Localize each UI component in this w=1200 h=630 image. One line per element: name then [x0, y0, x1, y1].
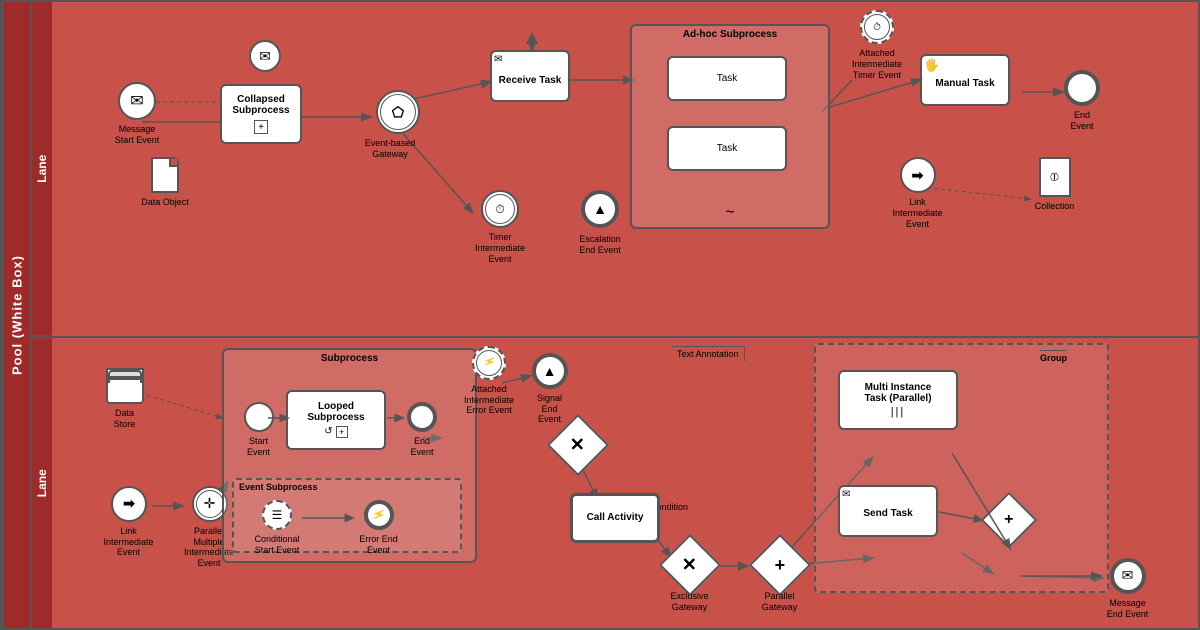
- timer-intermediate[interactable]: ⏱ TimerIntermediateEvent: [470, 190, 530, 228]
- pool-content: Lane: [30, 2, 1198, 628]
- conditional-start-label: ConditionalStart Event: [247, 534, 307, 556]
- event-subprocess-label: Event Subprocess: [239, 482, 318, 492]
- event-gateway[interactable]: ⬠ Event-basedGateway: [368, 90, 428, 134]
- collapsed-subprocess[interactable]: CollapsedSubprocess +: [220, 84, 302, 144]
- adhoc-label: Ad-hoc Subprocess: [632, 29, 828, 40]
- escalation-end-label: EscalationEnd Event: [565, 234, 635, 256]
- event-subprocess-box[interactable]: Event Subprocess ☰ ConditionalStart Even…: [232, 478, 462, 553]
- lane-2-label: Lane: [30, 338, 52, 628]
- looped-subprocess[interactable]: LoopedSubprocess ↺ +: [286, 390, 386, 450]
- send-task-icon: ✉: [842, 489, 850, 500]
- parallel-gw-2[interactable]: +: [984, 500, 1034, 540]
- text-annotation: Text Annotation: [672, 346, 745, 361]
- message-event-top[interactable]: ✉: [245, 40, 285, 72]
- end-event[interactable]: EndEvent: [1057, 70, 1107, 106]
- collection[interactable]: ⦶ Collection: [1027, 157, 1082, 197]
- message-end-label: MessageEnd Event: [1095, 598, 1160, 620]
- message-start-event[interactable]: ✉ Message Start Event: [102, 82, 172, 120]
- conditional-start[interactable]: ☰ ConditionalStart Event: [252, 500, 302, 530]
- data-object[interactable]: Data Object: [140, 157, 190, 193]
- adhoc-subprocess[interactable]: Ad-hoc Subprocess Task Task ~: [630, 24, 830, 229]
- lane-1: Lane: [30, 2, 1198, 338]
- lane-2-content: condition DataStore ➡ LinkIntermediateEv…: [52, 338, 1198, 628]
- event-gateway-label: Event-basedGateway: [355, 138, 425, 160]
- exclusive-gw2-label: ExclusiveGateway: [657, 591, 722, 613]
- group-label: Group: [1040, 350, 1067, 363]
- message-end-event[interactable]: ✉ MessageEnd Event: [1100, 558, 1155, 594]
- receive-task-icon: ✉: [494, 54, 502, 65]
- attached-timer[interactable]: ⏱ AttachedIntermediateTimer Event: [842, 10, 912, 44]
- subprocess-box-label: Subprocess: [224, 353, 475, 364]
- group-box[interactable]: Group Multi InstanceTask (Parallel) ||| …: [814, 343, 1109, 593]
- signal-end-event[interactable]: ▲ SignalEndEvent: [522, 353, 577, 389]
- data-object-label: Data Object: [135, 197, 195, 208]
- subprocess-start[interactable]: StartEvent: [236, 402, 281, 432]
- collection-label: Collection: [1027, 201, 1082, 212]
- lane-1-label: Lane: [30, 2, 52, 336]
- exclusive-gateway-top[interactable]: ✕: [550, 423, 605, 467]
- link-intermediate-2-label: LinkIntermediateEvent: [96, 526, 161, 558]
- multi-instance-task[interactable]: Multi InstanceTask (Parallel) |||: [838, 370, 958, 430]
- timer-label: TimerIntermediateEvent: [465, 232, 535, 264]
- lane-1-content: ✉ Message Start Event Data Object ✉: [52, 2, 1198, 336]
- attached-error-label: AttachedIntermediateError Event: [454, 384, 524, 416]
- parallel-gw-label: ParallelGateway: [747, 591, 812, 613]
- end-event-label: EndEvent: [1057, 110, 1107, 132]
- lane-2: Lane: [30, 338, 1198, 628]
- error-end-event[interactable]: ⚡ Error EndEvent: [354, 500, 404, 530]
- subprocess-start-label: StartEvent: [236, 436, 281, 458]
- subprocess-box[interactable]: Subprocess StartEvent LoopedSubprocess ↺…: [222, 348, 477, 563]
- manual-task-icon: 🖐: [924, 58, 939, 72]
- parallel-gateway[interactable]: + ParallelGateway: [752, 543, 807, 587]
- escalation-end[interactable]: ▲ EscalationEnd Event: [570, 190, 630, 228]
- subprocess-end[interactable]: EndEvent: [402, 402, 442, 432]
- manual-task[interactable]: 🖐 Manual Task: [920, 54, 1010, 106]
- attached-error-event[interactable]: ⚡ AttachedIntermediateError Event: [460, 346, 518, 380]
- adhoc-task2[interactable]: Task: [667, 126, 787, 171]
- link-intermediate-1[interactable]: ➡ LinkIntermediateEvent: [890, 157, 945, 193]
- pool: Pool (White Box) Lane: [0, 0, 1200, 630]
- pool-label: Pool (White Box): [2, 2, 30, 628]
- data-store-label: DataStore: [97, 408, 152, 430]
- subprocess-end-label: EndEvent: [402, 436, 442, 458]
- data-store[interactable]: DataStore: [97, 368, 152, 404]
- signal-end-label: SignalEndEvent: [522, 393, 577, 425]
- receive-task[interactable]: ✉ Receive Task: [490, 50, 570, 102]
- exclusive-gateway-2[interactable]: ✕ ExclusiveGateway: [662, 543, 717, 587]
- attached-timer-label: AttachedIntermediateTimer Event: [837, 48, 917, 80]
- send-task[interactable]: ✉ Send Task: [838, 485, 938, 537]
- adhoc-task1[interactable]: Task: [667, 56, 787, 101]
- link-intermediate-2[interactable]: ➡ LinkIntermediateEvent: [104, 486, 154, 522]
- message-start-label: Message Start Event: [97, 124, 177, 146]
- call-activity[interactable]: Call Activity: [570, 493, 660, 543]
- error-end-label: Error EndEvent: [351, 534, 406, 556]
- pool-title: Pool (White Box): [10, 255, 25, 375]
- adhoc-marker: ~: [725, 204, 734, 222]
- link-intermediate-1-label: LinkIntermediateEvent: [885, 197, 950, 229]
